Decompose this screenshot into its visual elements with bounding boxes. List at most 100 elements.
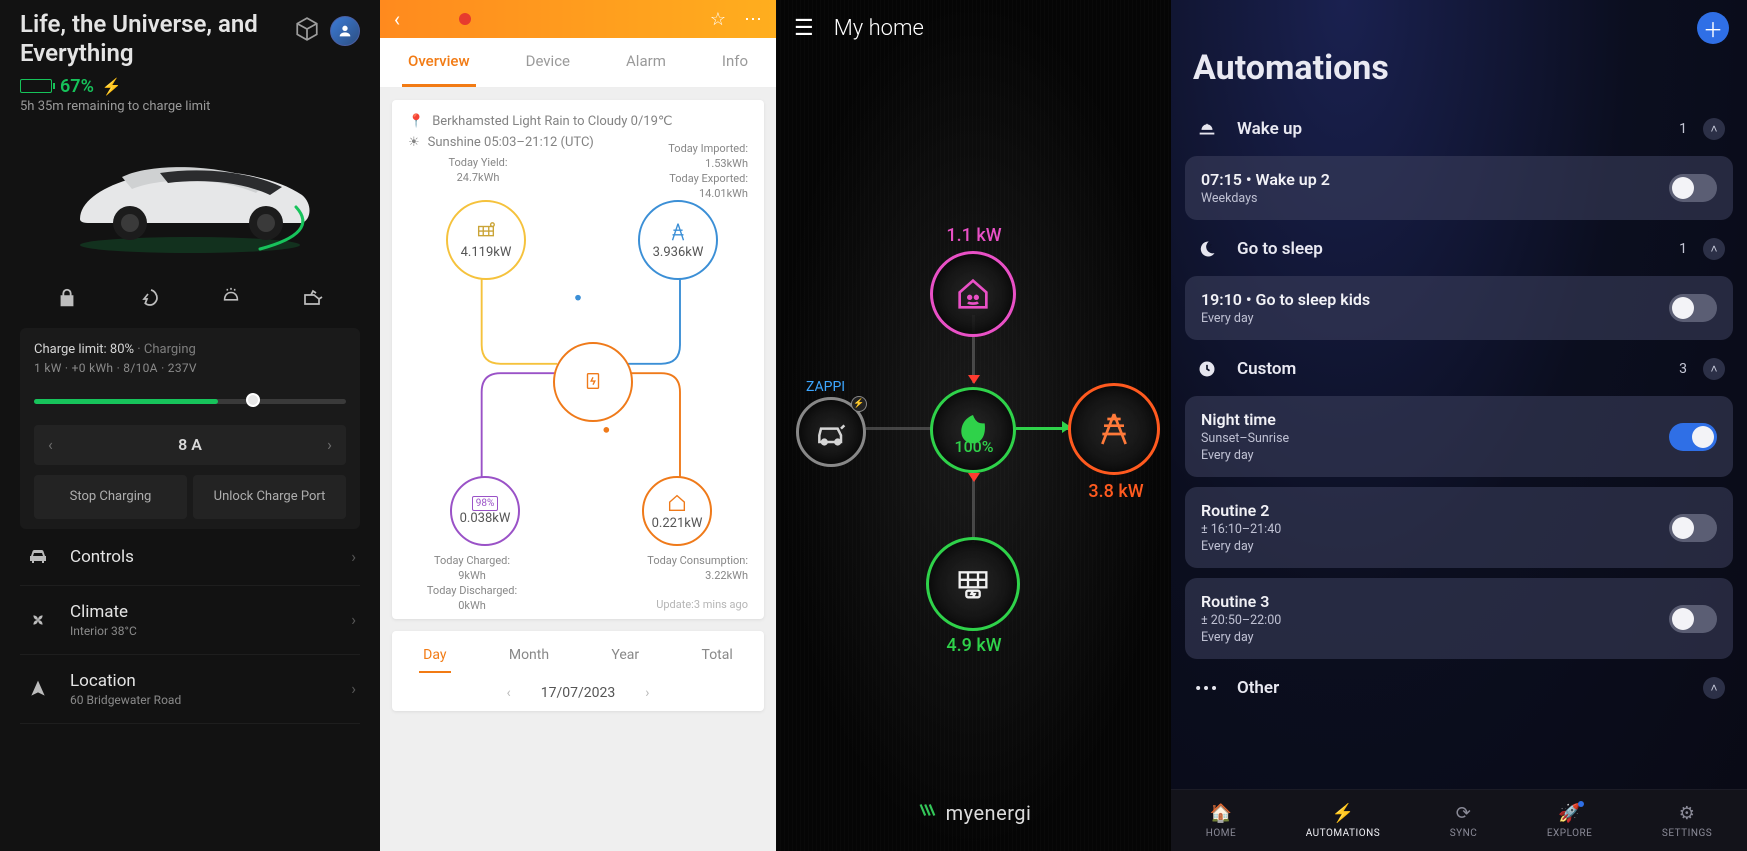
date-prev[interactable]: ‹ <box>507 685 511 701</box>
range-total[interactable]: Total <box>698 639 737 673</box>
charge-port-icon[interactable] <box>299 286 327 310</box>
menu-icon[interactable]: ☰ <box>794 16 814 41</box>
battery-node[interactable]: 98% 0.038kW <box>450 476 520 546</box>
chevron-up-icon: ˄ <box>1703 118 1725 140</box>
sync-icon: ⟳ <box>1456 803 1472 824</box>
toggle-sleep-kids[interactable] <box>1669 294 1717 322</box>
toggle-wakeup2[interactable] <box>1669 174 1717 202</box>
tab-alarm[interactable]: Alarm <box>620 38 672 87</box>
charging-bolt-icon: ⚡ <box>102 77 122 96</box>
chevron-up-icon: ˄ <box>1703 238 1725 260</box>
favorite-star-icon[interactable]: ☆ <box>710 9 726 30</box>
zappi-node[interactable]: ⚡ <box>796 397 866 467</box>
tab-device[interactable]: Device <box>520 38 576 87</box>
automation-routine-3[interactable]: Routine 3 ± 20:50–22:00 Every day <box>1185 578 1733 659</box>
charge-limit-line: Charge limit: 80% · Charging <box>34 342 346 357</box>
solis-app-panel: ‹ ☆ ⋯ Overview Device Alarm Info 📍 Berkh… <box>380 0 776 851</box>
stop-charging-button[interactable]: Stop Charging <box>34 475 187 519</box>
tab-settings[interactable]: ⚙SETTINGS <box>1662 803 1712 839</box>
amp-increase[interactable]: › <box>327 435 332 454</box>
package-icon[interactable] <box>294 16 320 42</box>
charge-meter-line: 1 kW · +0 kWh · 8/10A · 237V <box>34 361 346 375</box>
solis-tabs: Overview Device Alarm Info <box>380 38 776 88</box>
moon-icon: z <box>1193 239 1221 259</box>
automation-routine-2[interactable]: Routine 2 ± 16:10–21:40 Every day <box>1185 487 1733 568</box>
gear-icon: ⚙ <box>1679 803 1696 824</box>
nav-location[interactable]: Location60 Bridgewater Road › <box>20 655 360 724</box>
battery-icon <box>20 79 52 93</box>
home-kw-value: 1.1 kW <box>924 225 1024 246</box>
profile-avatar[interactable] <box>330 16 360 46</box>
pin-icon: 📍 <box>408 114 424 129</box>
grid-node[interactable]: 3.936kW <box>638 200 718 280</box>
consumption-label: Today Consumption:3.22kWh <box>628 554 748 584</box>
vehicle-image <box>60 122 320 272</box>
more-icon[interactable]: ⋯ <box>744 9 762 30</box>
solar-node[interactable] <box>926 537 1020 631</box>
logo-mark-icon <box>916 799 938 827</box>
chevron-right-icon: › <box>351 610 356 629</box>
group-wakeup-header[interactable]: Wake up 1 ˄ <box>1185 112 1733 146</box>
myenergi-app-panel: ☰ My home ZAPPI 1.1 kW ⚡ 100% 3.8 kW <box>776 0 1171 851</box>
fan-icon <box>24 609 52 631</box>
tab-info[interactable]: Info <box>716 38 754 87</box>
unlock-port-button[interactable]: Unlock Charge Port <box>193 475 346 519</box>
time-remaining: 5h 35m remaining to charge limit <box>20 99 360 114</box>
page-title: Automations <box>1171 48 1747 100</box>
chevron-up-icon: ˄ <box>1703 677 1725 699</box>
toggle-routine-3[interactable] <box>1669 605 1717 633</box>
hue-tabbar: 🏠HOME ⚡AUTOMATIONS ⟳SYNC 🚀EXPLORE ⚙SETTI… <box>1171 789 1747 851</box>
overview-card: 📍 Berkhamsted Light Rain to Cloudy 0/19℃… <box>392 100 764 619</box>
battery-row: 67% ⚡ <box>20 76 360 97</box>
charging-card: Charge limit: 80% · Charging 1 kW · +0 k… <box>20 328 360 529</box>
amp-decrease[interactable]: ‹ <box>48 435 53 454</box>
toggle-routine-2[interactable] <box>1669 514 1717 542</box>
solar-kw-value: 4.9 kW <box>924 635 1024 656</box>
tab-sync[interactable]: ⟳SYNC <box>1450 803 1478 839</box>
back-icon[interactable]: ‹ <box>394 7 400 31</box>
charge-icon[interactable] <box>135 286 163 310</box>
tab-automations[interactable]: ⚡AUTOMATIONS <box>1306 803 1380 839</box>
svg-text:z: z <box>1209 241 1213 249</box>
group-custom-header[interactable]: Custom 3 ˄ <box>1185 352 1733 386</box>
tab-explore[interactable]: 🚀EXPLORE <box>1547 803 1593 839</box>
yield-label: Today Yield:24.7kWh <box>418 156 538 186</box>
hue-app-panel: ＋ Automations Wake up 1 ˄ 07:15 • Wake u… <box>1171 0 1747 851</box>
tesla-app-panel: Life, the Universe, and Everything 67% ⚡… <box>0 0 380 851</box>
home-node[interactable] <box>930 251 1016 337</box>
home-node[interactable]: 0.221kW <box>642 476 712 546</box>
tab-overview[interactable]: Overview <box>402 38 476 87</box>
leaf-node[interactable] <box>930 387 1016 473</box>
current-date[interactable]: 17/07/2023 <box>541 685 616 701</box>
automation-sleep-kids[interactable]: 19:10 • Go to sleep kids Every day <box>1185 276 1733 340</box>
tab-home[interactable]: 🏠HOME <box>1206 803 1236 839</box>
lock-icon[interactable] <box>53 286 81 310</box>
solis-header: ‹ ☆ ⋯ <box>380 0 776 38</box>
inverter-node[interactable] <box>553 342 633 422</box>
add-automation-button[interactable]: ＋ <box>1697 12 1729 44</box>
myenergi-logo: myenergi <box>776 781 1171 851</box>
quick-actions <box>26 286 354 310</box>
nav-controls[interactable]: Controls › <box>20 529 360 586</box>
range-year[interactable]: Year <box>607 639 643 673</box>
date-next[interactable]: › <box>645 685 649 701</box>
pv-node[interactable]: 4.119kW <box>446 200 526 280</box>
automation-wakeup2[interactable]: 07:15 • Wake up 2 Weekdays <box>1185 156 1733 220</box>
group-other-header[interactable]: ••• Other ˄ <box>1185 671 1733 705</box>
group-sleep-header[interactable]: z Go to sleep 1 ˄ <box>1185 232 1733 266</box>
nav-climate[interactable]: ClimateInterior 38°C › <box>20 586 360 655</box>
defrost-icon[interactable] <box>217 286 245 310</box>
bolt-icon: ⚡ <box>1331 803 1354 824</box>
amperage-stepper: ‹ 8 A › <box>34 425 346 465</box>
range-day[interactable]: Day <box>419 639 450 673</box>
amp-value: 8 A <box>178 435 202 454</box>
charge-limit-slider[interactable] <box>34 389 346 415</box>
leaf-pct-value: 100% <box>924 437 1024 456</box>
toggle-night-time[interactable] <box>1669 423 1717 451</box>
range-month[interactable]: Month <box>505 639 553 673</box>
grid-node[interactable] <box>1068 383 1160 475</box>
automation-night-time[interactable]: Night time Sunset–Sunrise Every day <box>1185 396 1733 477</box>
vehicle-name: Life, the Universe, and Everything <box>20 10 294 68</box>
car-icon <box>24 545 52 569</box>
location-icon <box>24 679 52 699</box>
